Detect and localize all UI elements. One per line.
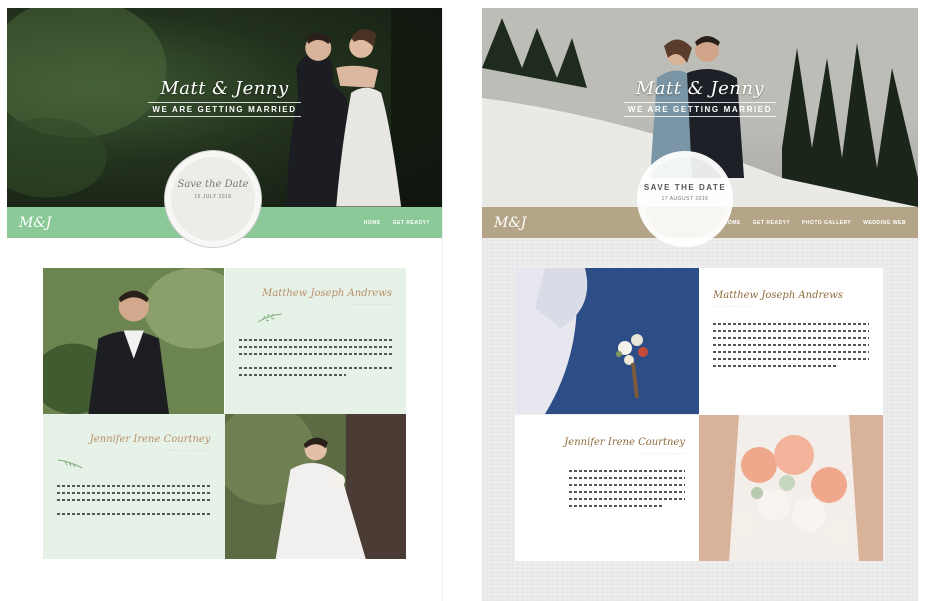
bio-line (713, 344, 869, 346)
groom-bio: Matthew Joseph Andrews · · · · · · · · ·… (224, 268, 406, 414)
bride-name: Jennifer Irene Courtney (89, 433, 211, 445)
badge-title: SAVE THE DATE (643, 183, 727, 192)
hero-title-block: Matt & Jenny WE ARE GETTING MARRIED (7, 78, 442, 117)
bio-line (713, 330, 869, 332)
hero-title-block: Matt & Jenny WE ARE GETTING MARRIED (482, 78, 918, 117)
template-preview-tan[interactable]: Matt & Jenny WE ARE GETTING MARRIED SAVE… (482, 8, 918, 601)
nav-logo[interactable]: M&J (494, 215, 526, 231)
badge-date: 15 JULY 2016 (194, 194, 232, 200)
bio-line (569, 469, 685, 472)
boutonniere-photo (515, 268, 699, 415)
groom-name: Matthew Joseph Andrews (713, 290, 843, 301)
groom-photo (43, 268, 225, 414)
bio-line (569, 476, 685, 479)
bio-line (713, 337, 869, 339)
badge-title: Save the Date (177, 179, 249, 190)
leaf-icon (257, 313, 282, 323)
groom-role: · · · · · · · · · · · · · · · · (713, 304, 751, 309)
bride-role: · · · · · · · · · · · · · · · · · · (642, 450, 685, 456)
nav-link-photo-gallery[interactable]: PHOTO GALLERY (802, 220, 851, 226)
nav-link-home[interactable]: HOME (364, 220, 381, 226)
bio-line (238, 367, 392, 369)
bride-image (224, 413, 406, 559)
bio-line (57, 498, 211, 501)
couple-grid: Matthew Joseph Andrews · · · · · · · · ·… (515, 268, 883, 561)
boutonniere-image (515, 268, 699, 414)
bio-line (569, 490, 685, 493)
bio-line (238, 346, 392, 348)
bride-bio: Jennifer Irene Courtney · · · · · · · · … (43, 413, 225, 559)
groom-name: Matthew Joseph Andrews (262, 288, 392, 299)
couple-grid: Matthew Joseph Andrews · · · · · · · · ·… (43, 268, 406, 559)
hero-tagline: WE ARE GETTING MARRIED (623, 102, 777, 117)
bio-line (713, 351, 869, 353)
nav-link-wedding-web[interactable]: WEDDING WEB (863, 220, 906, 226)
bio-line (57, 491, 211, 494)
bio-line (238, 353, 392, 355)
template-preview-green[interactable]: Matt & Jenny WE ARE GETTING MARRIED Save… (7, 8, 443, 601)
bio-line (713, 365, 838, 367)
nav-links: HOME GET READY? (364, 220, 430, 226)
bio-line (569, 483, 685, 486)
bio-line (713, 323, 869, 325)
bride-photo (224, 413, 407, 559)
couple-names: Matt & Jenny (160, 78, 289, 99)
hero-tagline: WE ARE GETTING MARRIED (148, 102, 301, 117)
bio-line (569, 504, 663, 507)
nav-link-get-ready[interactable]: GET READY? (393, 220, 430, 226)
leaf-icon (57, 459, 83, 468)
bio-line (57, 512, 211, 515)
groom-image (43, 268, 225, 414)
bio-line (57, 484, 211, 487)
badge-date: 17 AUGUST 2016 (661, 196, 709, 202)
bride-role: · · · · · · · · · · · · · · · · · · (167, 447, 211, 453)
bio-line (238, 339, 392, 341)
nav-links: HOME GET READY? PHOTO GALLERY WEDDING WE… (724, 220, 906, 226)
bio-line (713, 358, 869, 360)
nav-logo[interactable]: M&J (19, 215, 51, 231)
bio-line (569, 497, 685, 500)
nav-link-get-ready[interactable]: GET READY? (753, 220, 790, 226)
bouquet-image (699, 414, 883, 561)
groom-bio: Matthew Joseph Andrews · · · · · · · · ·… (699, 268, 883, 415)
save-the-date-badge: Save the Date 15 JULY 2016 (165, 151, 261, 247)
couple-names: Matt & Jenny (635, 78, 765, 99)
save-the-date-badge: SAVE THE DATE 17 AUGUST 2016 (637, 151, 733, 247)
bride-name: Jennifer Irene Courtney (564, 436, 685, 448)
groom-role: · · · · · · · · · · · · · · · · (354, 302, 392, 307)
bio-line (238, 374, 346, 376)
bride-bio: Jennifer Irene Courtney · · · · · · · · … (515, 414, 699, 561)
bouquet-photo (699, 414, 883, 562)
